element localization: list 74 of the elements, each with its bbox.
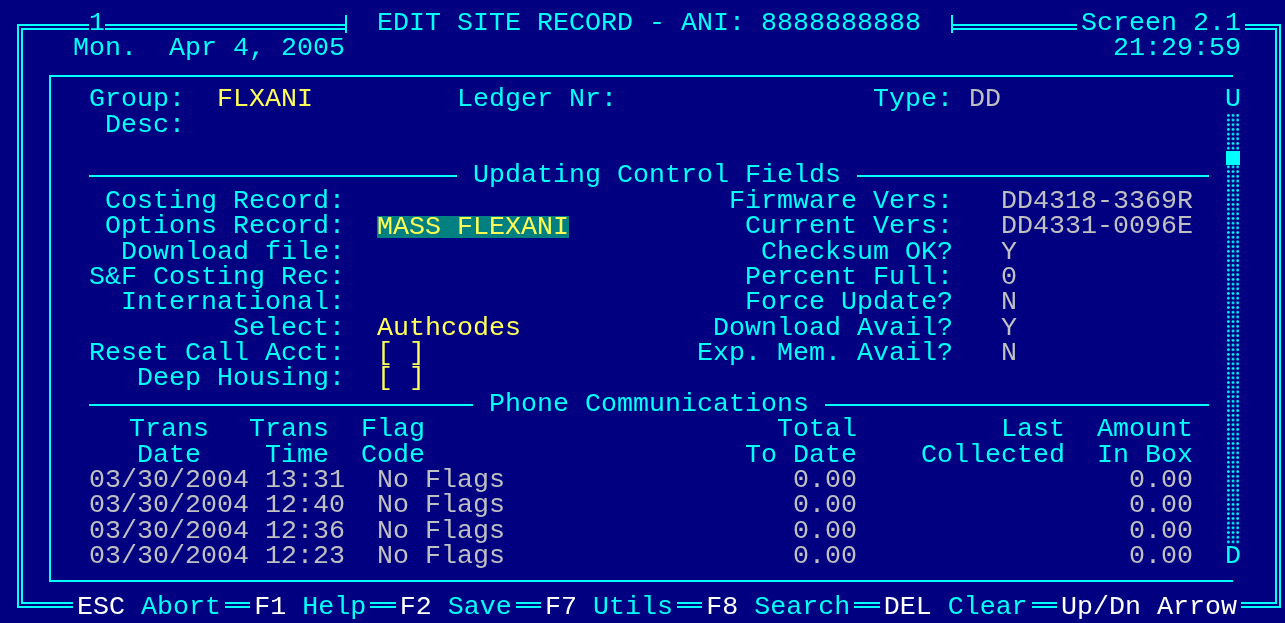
field-label: Current Vers: — [745, 214, 953, 240]
date-text: Mon. Apr 4, 2005 — [73, 36, 345, 62]
column-header: Date — [137, 442, 201, 469]
column-header: Trans — [249, 417, 329, 443]
field-value: DD4331-0096E — [1001, 214, 1193, 240]
field-label: Costing Record: — [105, 188, 345, 215]
column-header: Flag — [361, 417, 425, 443]
field-label: Firmware Vers: — [729, 188, 953, 215]
field-value[interactable]: MASS FLEXANI — [377, 215, 569, 238]
field-label: Exp. Mem. Avail? — [697, 341, 953, 367]
table-cell: No Flags — [377, 468, 505, 494]
field-label: Deep Housing: — [137, 366, 345, 392]
table-cell: 0.00 — [793, 518, 857, 545]
field-label: Type: — [873, 87, 953, 113]
field-label: Force Update? — [745, 290, 953, 316]
table-cell: 0.00 — [793, 544, 857, 570]
field-value[interactable]: Authcodes — [377, 317, 521, 340]
scroll-up-arrow[interactable]: U — [1225, 87, 1241, 113]
function-key[interactable]: F1 Help — [250, 595, 371, 619]
field-value: FLXANI — [217, 87, 313, 113]
field-label: Select: — [233, 315, 345, 342]
table-cell: 03/30/2004 — [89, 493, 249, 519]
table-cell: No Flags — [377, 544, 505, 570]
table-cell: 0.00 — [793, 493, 857, 519]
field-value: Y — [1001, 239, 1017, 265]
field-label: Percent Full: — [745, 264, 953, 291]
column-header: Time — [265, 442, 329, 469]
field-label: Checksum OK? — [761, 239, 953, 265]
table-cell: 0.00 — [1129, 468, 1193, 494]
table-cell: 0.00 — [1129, 544, 1193, 570]
table-cell: 03/30/2004 — [89, 518, 249, 545]
table-cell: 13:31 — [265, 468, 345, 494]
column-header: Amount — [1097, 417, 1193, 443]
column-header: Code — [361, 442, 425, 469]
field-label: S&F Costing Rec: — [89, 264, 345, 291]
field-label: Download file: — [121, 239, 345, 265]
table-cell: 0.00 — [1129, 518, 1193, 545]
column-header: Last — [1001, 417, 1065, 443]
field-label: Group: — [89, 87, 185, 113]
table-cell: 03/30/2004 — [89, 544, 249, 570]
column-header: In Box — [1097, 442, 1193, 469]
window-title: EDIT SITE RECORD - ANI: 8888888888 — [377, 11, 921, 37]
table-cell: 03/30/2004 — [89, 468, 249, 494]
checkbox[interactable]: [ ] — [377, 366, 425, 392]
field-label: Reset Call Acct: — [89, 341, 345, 367]
field-value: DD — [969, 87, 1001, 113]
field-value: N — [1001, 341, 1017, 367]
scroll-down-arrow[interactable]: D — [1225, 544, 1241, 570]
field-value: DD4318-3369R — [1001, 188, 1193, 215]
checkbox[interactable]: [ ] — [377, 341, 425, 367]
field-label: Options Record: — [105, 214, 345, 240]
scroll-thumb[interactable] — [1226, 150, 1240, 165]
table-cell: No Flags — [377, 493, 505, 519]
table-cell: 12:40 — [265, 493, 345, 519]
column-header: Total — [777, 417, 857, 443]
column-header: Collected — [921, 442, 1065, 469]
table-cell: 0.00 — [1129, 493, 1193, 519]
field-value: Y — [1001, 315, 1017, 342]
field-label: Desc: — [105, 112, 185, 138]
column-header: Trans — [129, 417, 209, 443]
field-label: International: — [121, 290, 345, 316]
clock-time: 21:29:59 — [1113, 36, 1241, 62]
function-key[interactable]: Up/Dn Arrow — [1056, 595, 1241, 619]
section-title: Updating Control Fields — [473, 163, 841, 189]
table-cell: 12:36 — [265, 518, 345, 545]
field-label: Download Avail? — [713, 315, 953, 342]
table-cell: 0.00 — [793, 468, 857, 494]
field-label: Ledger Nr: — [457, 87, 617, 113]
section-title: Phone Communications — [489, 391, 809, 418]
table-cell: 12:23 — [265, 544, 345, 570]
field-value: 0 — [1001, 264, 1017, 291]
table-cell: No Flags — [377, 518, 505, 545]
field-value: N — [1001, 290, 1017, 316]
column-header: To Date — [745, 442, 857, 469]
